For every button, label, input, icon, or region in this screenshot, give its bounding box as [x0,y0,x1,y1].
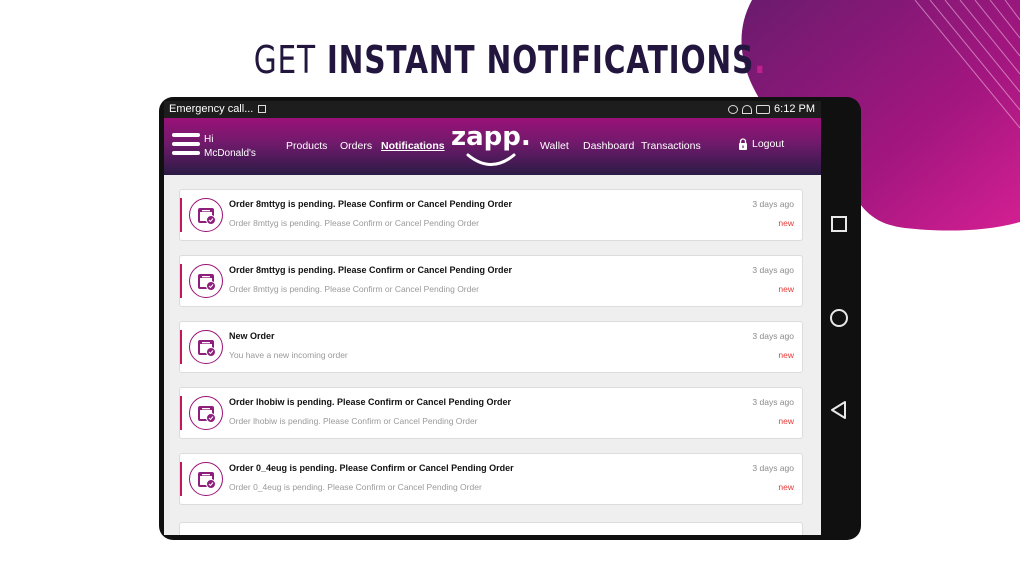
back-icon[interactable] [825,396,853,424]
notification-item[interactable]: Order 0_4eug is pending. Please Confirm … [179,453,803,505]
new-badge: new [778,416,794,426]
hamburger-icon[interactable] [172,133,200,159]
logout-button[interactable]: Logout [738,138,784,150]
order-box-icon [189,396,223,430]
new-badge: new [778,284,794,294]
item-accent [180,264,182,298]
status-time: 6:12 PM [774,103,815,115]
notification-time: 3 days ago [752,331,794,341]
logo-text: zapp. [451,122,531,152]
new-badge: new [778,350,794,360]
nav-notifications[interactable]: Notifications [381,140,445,152]
notification-body: Order 8mttyg is pending. Please Confirm … [229,218,479,228]
status-right: 6:12 PM [728,101,815,118]
logout-label: Logout [752,138,785,150]
nav-products[interactable]: Products [286,140,327,152]
item-accent [180,330,182,364]
nav-wallet[interactable]: Wallet [540,140,569,152]
greeting-line2: McDonald's [204,148,256,159]
recent-apps-icon[interactable] [825,210,853,238]
notification-body: Order lhobiw is pending. Please Confirm … [229,416,478,426]
notification-time: 3 days ago [752,397,794,407]
order-box-icon [189,330,223,364]
status-bar: Emergency call... 6:12 PM [164,101,821,118]
notification-title: Order 0_4eug is pending. Please Confirm … [229,463,514,473]
headline: GET INSTANT NOTIFICATIONS. [112,38,908,82]
notification-body: Order 8mttyg is pending. Please Confirm … [229,284,479,294]
notification-time: 3 days ago [752,463,794,473]
zapp-logo: zapp. [451,122,531,168]
order-box-icon [189,264,223,298]
notification-body: You have a new incoming order [229,350,348,360]
status-left: Emergency call... [169,101,267,118]
battery-icon [756,105,771,114]
notification-item[interactable]: New Order You have a new incoming order … [179,321,803,373]
item-accent [180,462,182,496]
notification-time: 3 days ago [752,265,794,275]
new-badge: new [778,482,794,492]
greeting: Hi McDonald's [204,133,256,161]
notification-item-partial[interactable] [179,522,803,535]
order-box-icon [189,198,223,232]
headline-dot: . [754,38,767,82]
nav-dashboard[interactable]: Dashboard [583,140,634,152]
order-box-icon [189,462,223,496]
notification-item[interactable]: Order 8mttyg is pending. Please Confirm … [179,255,803,307]
notification-item[interactable]: Order lhobiw is pending. Please Confirm … [179,387,803,439]
logo-smile-icon [466,153,516,166]
tablet-screen: Emergency call... 6:12 PM Hi McDonald's … [164,101,821,535]
notification-time: 3 days ago [752,199,794,209]
item-accent [180,198,182,232]
alarm-icon [728,105,739,114]
nav-orders[interactable]: Orders [340,140,372,152]
headline-bold: INSTANT NOTIFICATIONS [326,38,755,82]
item-accent [180,396,182,430]
notification-title: New Order [229,331,275,341]
lock-icon [739,138,747,150]
notification-body: Order 0_4eug is pending. Please Confirm … [229,482,482,492]
app-bar: Hi McDonald's Products Orders Notificati… [164,118,821,175]
notification-title: Order lhobiw is pending. Please Confirm … [229,397,512,407]
notification-title: Order 8mttyg is pending. Please Confirm … [229,199,513,209]
wifi-icon [742,105,753,114]
home-icon[interactable] [825,304,853,332]
headline-light: GET [253,38,316,82]
new-badge: new [778,218,794,228]
greeting-line1: Hi [204,134,214,145]
sim-icon [258,105,267,113]
nav-transactions[interactable]: Transactions [641,140,701,152]
notification-title: Order 8mttyg is pending. Please Confirm … [229,265,513,275]
notification-item[interactable]: Order 8mttyg is pending. Please Confirm … [179,189,803,241]
status-carrier-text: Emergency call... [169,103,254,115]
